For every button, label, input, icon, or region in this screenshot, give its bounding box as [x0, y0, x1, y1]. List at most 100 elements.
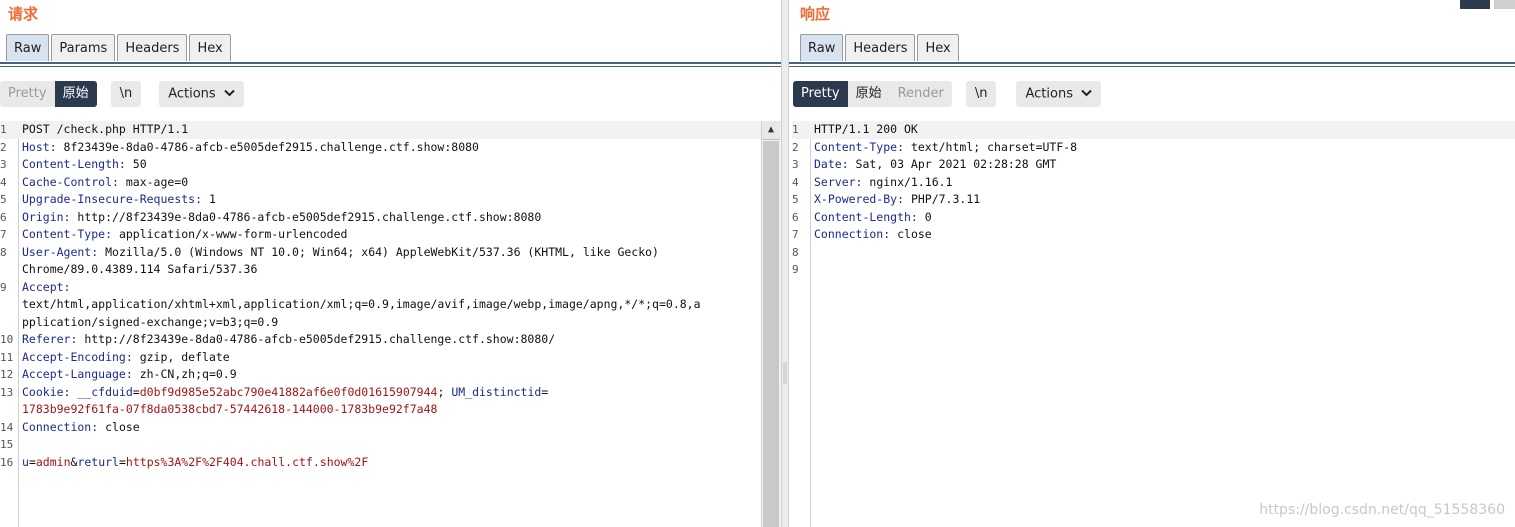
tab-params[interactable]: Params: [51, 34, 116, 61]
line-text: HTTP/1.1 200 OK: [814, 122, 918, 136]
code-line: 14 Connection: close: [0, 419, 781, 437]
line-text: u=admin&returl=https%3A%2F%2F404.chall.c…: [22, 454, 369, 469]
code-line: 16 u=admin&returl=https%3A%2F%2F404.chall…: [0, 454, 781, 472]
tab-raw[interactable]: Raw: [800, 34, 844, 61]
request-pane: 请求 Raw Params Headers Hex Pretty 原始 \n A…: [0, 0, 781, 527]
line-number: 11: [0, 350, 14, 364]
code-line: 1 HTTP/1.1 200 OK: [792, 121, 1515, 139]
tab-hex[interactable]: Hex: [917, 34, 959, 61]
line-text: Date: Sat, 03 Apr 2021 02:28:28 GMT: [814, 157, 1057, 171]
pretty-button[interactable]: Pretty: [793, 80, 848, 107]
code-line: 10 Referer: http://8f23439e-8da0-4786-afc…: [0, 331, 781, 349]
code-line: 2 Content-Type: text/html; charset=UTF-8: [792, 139, 1515, 157]
tab-raw[interactable]: Raw: [6, 34, 50, 61]
line-number: 2: [792, 140, 799, 154]
tab-underline-secondary: [0, 66, 781, 67]
line-text: Referer: http://8f23439e-8da0-4786-afcb-…: [22, 332, 556, 346]
code-line: Chrome/89.0.4389.114 Safari/537.36: [0, 261, 781, 279]
line-text: Content-Length: 0: [814, 209, 932, 224]
line-number: 3: [792, 158, 799, 171]
response-toolbar: Pretty 原始 Render \n Actions: [793, 80, 1102, 107]
scroll-thumb[interactable]: [763, 141, 779, 527]
line-text: Content-Length: 50: [22, 157, 147, 171]
tab-headers[interactable]: Headers: [845, 34, 916, 61]
line-number: 6: [0, 210, 7, 224]
line-number: 7: [792, 228, 799, 241]
code-line: 3 Date: Sat, 03 Apr 2021 02:28:28 GMT: [792, 156, 1515, 174]
line-number: 1: [792, 123, 799, 136]
code-line: 11 Accept-Encoding: gzip, deflate: [0, 349, 781, 367]
actions-label: Actions: [168, 86, 216, 101]
render-button[interactable]: Render: [890, 81, 952, 107]
layout-toggle-icon[interactable]: [1460, 0, 1515, 10]
code-line: 1 POST /check.php HTTP/1.1: [0, 121, 781, 139]
chevron-down-icon: [224, 81, 235, 107]
line-text: Connection: close: [814, 227, 932, 241]
line-text: pplication/signed-exchange;v=b3;q=0.9: [22, 314, 279, 329]
line-text: Accept-Language: zh-CN,zh;q=0.9: [22, 367, 237, 381]
line-text: Connection: close: [22, 419, 140, 434]
tab-underline: [0, 62, 781, 64]
response-title: 响应: [800, 5, 831, 23]
newline-toggle-button[interactable]: \n: [965, 80, 997, 107]
line-text: Server: nginx/1.16.1: [814, 174, 953, 189]
tab-hex[interactable]: Hex: [189, 34, 231, 61]
code-line: text/html,application/xhtml+xml,applicat…: [0, 296, 781, 314]
request-toolbar: Pretty 原始 \n Actions: [0, 80, 244, 107]
response-pane: 响应 Raw Headers Hex Pretty 原始 Render \n A…: [789, 0, 1515, 527]
scroll-up-arrow-icon[interactable]: ▲: [762, 121, 780, 140]
response-tabs: Raw Headers Hex: [800, 34, 961, 61]
response-editor[interactable]: 1 HTTP/1.1 200 OK 2 Content-Type: text/html…: [792, 121, 1515, 527]
line-text: Cookie: __cfduid=d0bf9d985e52abc790e4188…: [22, 384, 549, 399]
code-line: 5 Upgrade-Insecure-Requests: 1: [0, 191, 781, 209]
code-line: 1783b9e92f61fa-07f8da0538cbd7-57442618-1…: [0, 401, 781, 419]
line-number: 2: [0, 140, 7, 154]
line-number: 4: [0, 175, 7, 189]
line-number: 16: [0, 455, 14, 469]
request-code: 1 POST /check.php HTTP/1.1 2 Host: 8f23439e…: [0, 121, 781, 471]
code-line: 9: [792, 261, 1515, 279]
line-number: 9: [792, 263, 799, 276]
line-number: 5: [0, 193, 7, 206]
request-title: 请求: [8, 5, 39, 23]
line-text: Origin: http://8f23439e-8da0-4786-afcb-e…: [22, 209, 542, 224]
actions-button[interactable]: Actions: [159, 80, 244, 107]
line-number: 4: [792, 175, 799, 189]
line-number: 8: [792, 245, 799, 259]
code-line: pplication/signed-exchange;v=b3;q=0.9: [0, 314, 781, 332]
tab-headers[interactable]: Headers: [117, 34, 188, 61]
pretty-button[interactable]: Pretty: [0, 81, 55, 107]
code-line: 8 User-Agent: Mozilla/5.0 (Windows NT 10.…: [0, 244, 781, 262]
line-text: POST /check.php HTTP/1.1: [22, 122, 189, 136]
raw-view-button[interactable]: 原始: [848, 81, 890, 107]
code-line: 12 Accept-Language: zh-CN,zh;q=0.9: [0, 366, 781, 384]
response-code: 1 HTTP/1.1 200 OK 2 Content-Type: text/html…: [792, 121, 1515, 279]
line-number: 8: [0, 245, 7, 259]
code-line: 4 Server: nginx/1.16.1: [792, 174, 1515, 192]
line-text: Upgrade-Insecure-Requests: 1: [22, 192, 216, 206]
line-text: Cache-Control: max-age=0: [22, 174, 189, 189]
line-number: 3: [0, 158, 7, 171]
pane-splitter[interactable]: [781, 0, 789, 527]
code-line: 9 Accept:: [0, 279, 781, 297]
line-text: Accept:: [22, 279, 71, 294]
code-line: 13 Cookie: __cfduid=d0bf9d985e52abc790e41…: [0, 384, 781, 402]
line-number: 15: [0, 438, 14, 451]
line-text: X-Powered-By: PHP/7.3.11: [814, 192, 981, 206]
chevron-down-icon: [1081, 81, 1092, 107]
vertical-scrollbar[interactable]: ▲: [761, 121, 781, 527]
line-number: 13: [0, 385, 14, 399]
code-line: 7 Connection: close: [792, 226, 1515, 244]
line-text: Accept-Encoding: gzip, deflate: [22, 349, 230, 364]
view-mode-toggle: Pretty 原始: [0, 80, 97, 107]
actions-button[interactable]: Actions: [1016, 80, 1102, 107]
request-editor[interactable]: 1 POST /check.php HTTP/1.1 2 Host: 8f23439e…: [0, 121, 781, 527]
newline-toggle-button[interactable]: \n: [110, 80, 142, 107]
line-number: 9: [0, 280, 7, 294]
line-number: 12: [0, 368, 14, 381]
raw-view-button[interactable]: 原始: [54, 80, 97, 107]
code-line: 8: [792, 244, 1515, 262]
line-text: User-Agent: Mozilla/5.0 (Windows NT 10.0…: [22, 244, 659, 259]
code-line: 2 Host: 8f23439e-8da0-4786-afcb-e5005def2…: [0, 139, 781, 157]
watermark: https://blog.csdn.net/qq_51558360: [1259, 502, 1505, 518]
